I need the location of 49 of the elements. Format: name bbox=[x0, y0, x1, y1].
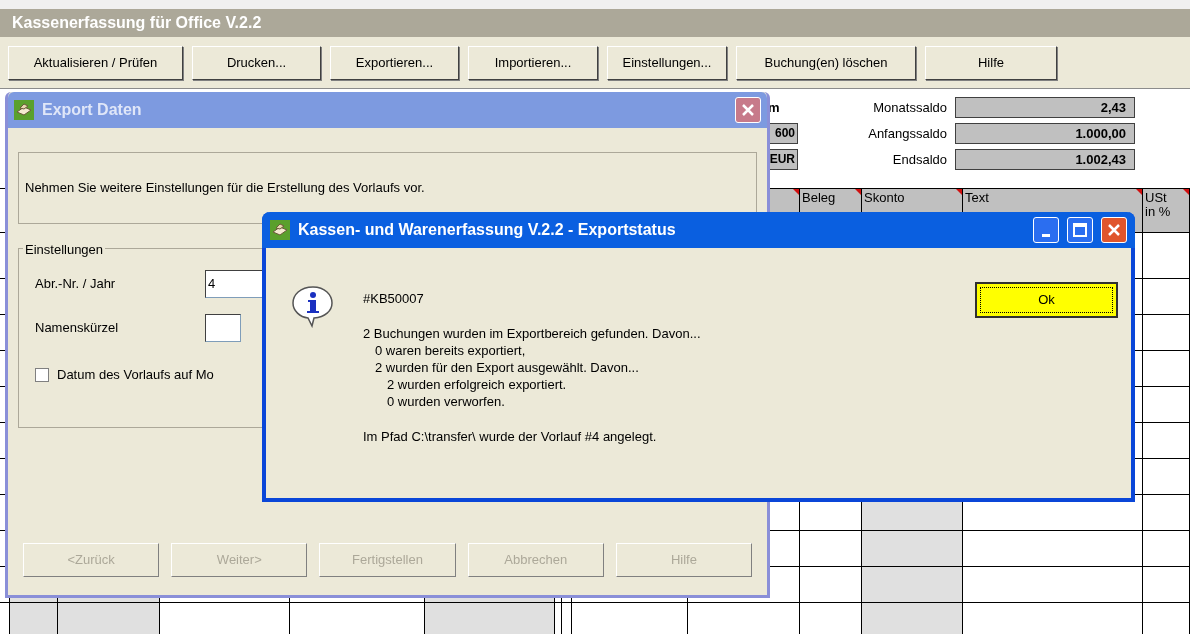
toolbar-button[interactable]: Aktualisieren / Prüfen bbox=[8, 45, 183, 80]
close-button[interactable] bbox=[1101, 217, 1127, 243]
checkbox[interactable] bbox=[35, 367, 49, 382]
toolbar-button[interactable]: Importieren... bbox=[468, 45, 598, 80]
message-line: 0 waren bereits exportiert, bbox=[375, 341, 526, 359]
comment-marker-icon bbox=[956, 189, 962, 195]
cash-register-icon bbox=[14, 100, 34, 120]
balance-label: Anfangssaldo bbox=[868, 125, 947, 143]
info-icon bbox=[290, 284, 336, 328]
comment-marker-icon bbox=[1136, 189, 1142, 195]
balance-value: 1.002,43 bbox=[955, 149, 1135, 170]
toolbar-button[interactable]: Drucken... bbox=[192, 45, 321, 80]
toolbar-button[interactable]: Einstellungen... bbox=[607, 45, 727, 80]
comment-marker-icon bbox=[1183, 189, 1189, 195]
balance-label: Monatssaldo bbox=[873, 99, 947, 117]
maximize-button[interactable] bbox=[1067, 217, 1093, 243]
intro-text: Nehmen Sie weitere Einstellungen für die Erstellung des Vorlaufs vor. bbox=[25, 179, 425, 198]
comment-marker-icon bbox=[855, 189, 861, 195]
minimize-button[interactable] bbox=[1033, 217, 1059, 243]
maximize-icon bbox=[1073, 223, 1087, 237]
footer-message: Im Pfad C:\transfer\ wurde der Vorlauf #4 angelegt. bbox=[363, 427, 657, 446]
app-title: Kassenerfassung für Office V.2.2 bbox=[12, 13, 262, 33]
minimize-icon bbox=[1042, 234, 1050, 237]
toolbar-button[interactable]: Buchung(en) löschen bbox=[736, 45, 916, 80]
toolbar-button[interactable]: Exportieren... bbox=[330, 45, 459, 80]
input-field[interactable] bbox=[205, 314, 241, 342]
field-label: Abr.-Nr. / Jahr bbox=[35, 275, 117, 294]
comment-marker-icon bbox=[793, 189, 799, 195]
balance-value: 2,43 bbox=[955, 97, 1135, 118]
balance-value: 1.000,00 bbox=[955, 123, 1135, 144]
error-code: #KB50007 bbox=[363, 290, 424, 308]
summary-field: EUR bbox=[768, 149, 798, 170]
message-line: 2 wurden für den Export ausgewählt. Davon... bbox=[375, 358, 639, 376]
close-icon bbox=[1107, 223, 1121, 237]
dialog-title: Export Daten bbox=[42, 100, 142, 120]
message-line: 0 wurden verworfen. bbox=[387, 392, 505, 410]
close-icon bbox=[741, 103, 755, 117]
column-header: USt in % bbox=[1143, 189, 1189, 232]
field-label: Namenskürzel bbox=[35, 319, 120, 338]
checkbox-label: Datum des Vorlaufs auf Mo bbox=[57, 366, 214, 384]
balance-label: Endsaldo bbox=[892, 151, 947, 169]
toolbar-button[interactable]: Hilfe bbox=[925, 45, 1057, 80]
message-line: 2 Buchungen wurden im Exportbereich gefunden. Davon... bbox=[363, 324, 701, 342]
summary-field: 600 bbox=[768, 123, 798, 144]
ok-button[interactable]: Ok bbox=[975, 282, 1118, 318]
cash-register-icon bbox=[270, 220, 290, 240]
message-line: 2 wurden erfolgreich exportiert. bbox=[387, 375, 567, 393]
dialog-title: Kassen- und Warenerfassung V.2.2 - Exportstatus bbox=[298, 220, 676, 240]
close-button[interactable] bbox=[735, 97, 761, 123]
